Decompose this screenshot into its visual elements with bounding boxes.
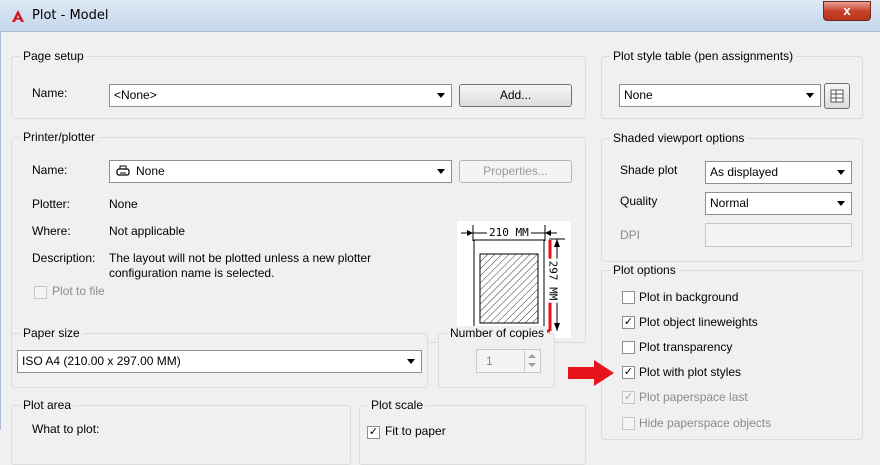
add-button[interactable]: Add...	[459, 84, 572, 107]
plot-style-table-select[interactable]: None	[619, 84, 821, 107]
plot-in-background-checkbox[interactable]	[622, 291, 635, 304]
dpi-input[interactable]	[705, 223, 852, 247]
where-label: Where:	[32, 224, 71, 238]
plot-area-title: Plot area	[20, 398, 75, 412]
description-line-2: configuration name is selected.	[109, 266, 275, 280]
copies-spinner[interactable]	[524, 351, 538, 371]
printer-name-value: None	[136, 164, 165, 178]
close-button[interactable]: x	[823, 1, 871, 21]
spin-down-icon	[528, 363, 536, 367]
plot-with-plot-styles-label: Plot with plot styles	[639, 365, 742, 379]
plot-scale-title: Plot scale	[368, 398, 427, 412]
plot-scale-group: Plot scale ✓ Fit to paper	[359, 398, 586, 465]
printer-icon	[116, 165, 130, 176]
add-button-label: Add...	[499, 88, 532, 102]
edit-table-icon	[830, 89, 844, 103]
plot-transparency-label: Plot transparency	[639, 340, 733, 354]
edit-plot-style-button[interactable]	[824, 83, 850, 109]
shade-plot-select[interactable]: As displayed	[705, 161, 852, 184]
fit-to-paper-label: Fit to paper	[385, 424, 446, 438]
what-to-plot-label: What to plot:	[32, 422, 100, 436]
dialog-client-area: Page setup Name: <None> Add... Printer/p…	[0, 32, 880, 465]
chevron-down-icon	[837, 201, 845, 206]
plot-in-background-label: Plot in background	[639, 290, 739, 304]
fit-to-paper-checkbox[interactable]: ✓	[367, 426, 380, 439]
plot-to-file-label: Plot to file	[52, 284, 105, 298]
chevron-down-icon	[407, 359, 415, 364]
plot-paperspace-last-checkbox[interactable]: ✓	[622, 391, 635, 404]
chevron-down-icon	[837, 170, 845, 175]
close-icon: x	[843, 3, 851, 18]
printer-plotter-group: Printer/plotter Name: None Properties...…	[11, 130, 586, 343]
copies-group: Number of copies 1	[438, 326, 555, 388]
plot-transparency-checkbox[interactable]	[622, 341, 635, 354]
page-setup-name-select[interactable]: <None>	[109, 84, 452, 107]
plotter-label: Plotter:	[32, 197, 71, 211]
quality-select[interactable]: Normal	[705, 192, 852, 215]
plot-with-plot-styles-checkbox[interactable]: ✓	[622, 366, 635, 379]
copies-title: Number of copies	[447, 326, 548, 340]
title-bar: Plot - Model x	[0, 0, 880, 32]
quality-value: Normal	[710, 196, 749, 210]
printer-plotter-title: Printer/plotter	[20, 130, 99, 144]
shade-plot-value: As displayed	[710, 165, 779, 179]
dpi-label: DPI	[620, 228, 641, 242]
plot-style-table-group: Plot style table (pen assignments) None	[601, 49, 863, 119]
plot-style-table-value: None	[624, 88, 653, 102]
where-value: Not applicable	[109, 224, 186, 238]
plot-object-lineweights-label: Plot object lineweights	[639, 315, 758, 329]
printer-name-label: Name:	[32, 163, 68, 177]
red-arrow-annotation-icon	[568, 360, 614, 386]
chevron-down-icon	[437, 169, 445, 174]
shaded-viewport-group: Shaded viewport options Shade plot As di…	[601, 131, 863, 262]
description-label: Description:	[32, 251, 96, 265]
hide-paperspace-objects-label: Hide paperspace objects	[639, 416, 772, 430]
plot-paperspace-last-label: Plot paperspace last	[639, 390, 748, 404]
window-title: Plot - Model	[32, 8, 109, 23]
quality-label: Quality	[620, 194, 658, 208]
plot-options-title: Plot options	[610, 263, 679, 277]
properties-button[interactable]: Properties...	[459, 160, 572, 183]
plot-options-group: Plot options Plot in background ✓ Plot o…	[601, 263, 863, 440]
paper-size-value: ISO A4 (210.00 x 297.00 MM)	[22, 354, 181, 368]
plot-style-table-title: Plot style table (pen assignments)	[610, 49, 797, 63]
shaded-viewport-title: Shaded viewport options	[610, 131, 748, 145]
preview-width-label: 210 MM	[487, 226, 531, 239]
plotter-value: None	[109, 197, 138, 211]
copies-input[interactable]: 1	[476, 349, 541, 373]
page-setup-group: Page setup Name: <None> Add...	[11, 49, 586, 119]
paper-preview: 210 MM 297 MM	[457, 221, 571, 338]
paper-size-select[interactable]: ISO A4 (210.00 x 297.00 MM)	[17, 350, 422, 373]
paper-size-group: Paper size ISO A4 (210.00 x 297.00 MM)	[11, 326, 428, 388]
copies-value: 1	[486, 354, 493, 368]
chevron-down-icon	[806, 93, 814, 98]
description-line-1: The layout will not be plotted unless a …	[109, 251, 372, 265]
page-setup-name-value: <None>	[114, 88, 157, 102]
page-setup-name-label: Name:	[32, 86, 68, 100]
shade-plot-label: Shade plot	[620, 163, 678, 177]
page-setup-title: Page setup	[20, 49, 87, 63]
plot-area-group: Plot area What to plot:	[11, 398, 351, 465]
plot-object-lineweights-checkbox[interactable]: ✓	[622, 316, 635, 329]
properties-button-label: Properties...	[483, 164, 548, 178]
spin-up-icon	[528, 354, 536, 358]
printer-name-select[interactable]: None	[109, 160, 452, 183]
autocad-logo-icon	[12, 10, 24, 22]
hide-paperspace-objects-checkbox[interactable]	[622, 417, 635, 430]
paper-size-title: Paper size	[20, 326, 83, 340]
preview-height-label: 297 MM	[546, 258, 560, 303]
chevron-down-icon	[437, 93, 445, 98]
plot-to-file-checkbox[interactable]	[34, 286, 47, 299]
